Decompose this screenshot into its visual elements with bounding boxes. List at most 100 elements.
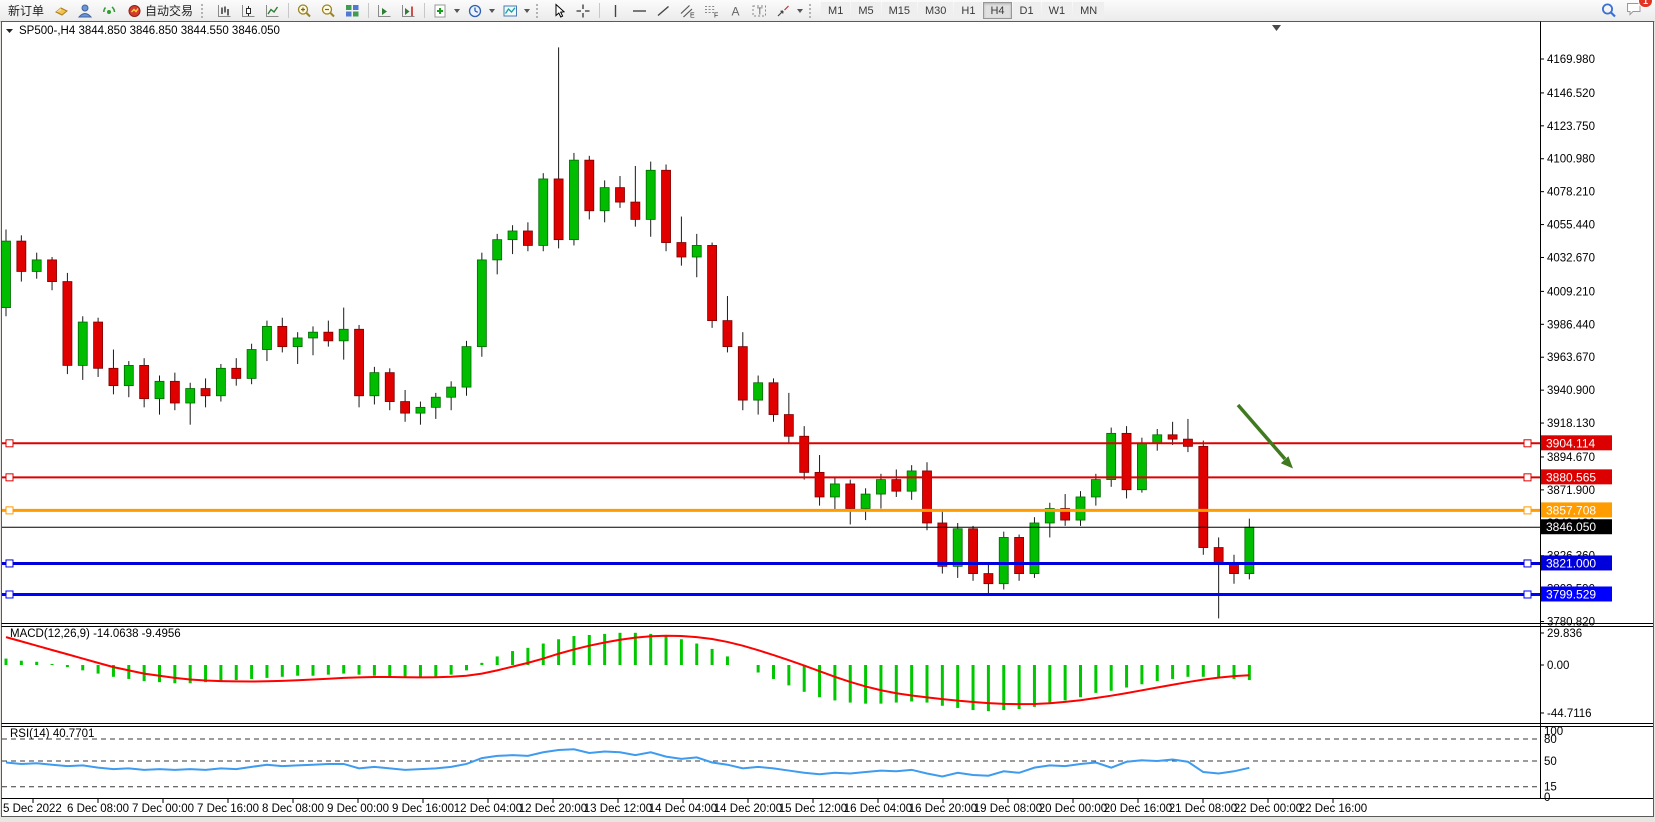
candle-body — [846, 484, 855, 509]
chart-shift-button[interactable] — [397, 1, 420, 20]
text-tool-button[interactable]: A — [724, 1, 747, 20]
svg-text:T: T — [757, 6, 763, 17]
crosshair-tool-button[interactable] — [572, 1, 595, 20]
timeframe-w1-button[interactable]: W1 — [1042, 2, 1073, 19]
time-tick-label: 16 Dec 20:00 — [909, 803, 977, 815]
line-handle[interactable] — [1524, 440, 1531, 447]
vertical-line-icon — [607, 3, 624, 19]
gold-stack-icon — [53, 3, 70, 19]
candle-body — [523, 231, 532, 245]
cursor-tool-button[interactable] — [548, 1, 571, 20]
candlestick-chart-button[interactable] — [237, 1, 260, 20]
line-handle[interactable] — [6, 591, 13, 598]
signals-button[interactable] — [98, 1, 121, 20]
candle-body — [508, 231, 517, 240]
line-handle[interactable] — [1524, 507, 1531, 514]
time-tick-label: 14 Dec 04:00 — [649, 803, 717, 815]
dropdown-caret-icon — [454, 9, 460, 13]
line-handle[interactable] — [1524, 591, 1531, 598]
candle-body — [723, 321, 732, 347]
time-tick-label: 5 Dec 2022 — [3, 803, 62, 815]
chart-title-bar: SP500-,H4 3844.850 3846.850 3844.550 384… — [6, 25, 280, 37]
candle-body — [923, 471, 932, 523]
horizontal-line-tool-button[interactable] — [628, 1, 651, 20]
notification-badge[interactable]: 1 — [1638, 0, 1653, 8]
toolbar-grip — [809, 4, 816, 18]
rsi-level-label: 0 — [1544, 792, 1550, 804]
candle-body — [907, 471, 916, 491]
periods-button[interactable] — [464, 1, 498, 20]
main-toolbar: 新订单 自动交易 — [0, 0, 1655, 22]
vertical-line-tool-button[interactable] — [604, 1, 627, 20]
line-handle[interactable] — [6, 507, 13, 514]
candle-body — [969, 529, 978, 574]
new-order-button[interactable]: 新订单 — [3, 1, 49, 20]
fibonacci-tool-button[interactable]: F — [700, 1, 723, 20]
line-handle[interactable] — [6, 474, 13, 481]
templates-button[interactable] — [499, 1, 533, 20]
timeframe-mn-button[interactable]: MN — [1073, 2, 1104, 19]
candle-body — [1245, 527, 1254, 573]
candle-body — [293, 338, 302, 347]
line-handle[interactable] — [6, 560, 13, 567]
candle-body — [339, 329, 348, 341]
trendline-tool-button[interactable] — [652, 1, 675, 20]
search-button[interactable] — [1597, 1, 1621, 20]
crosshair-icon — [575, 3, 592, 19]
toolbar-separator — [599, 3, 600, 18]
toolbar-grip — [536, 4, 543, 18]
bar-chart-button[interactable] — [213, 1, 236, 20]
candle-body — [754, 383, 763, 400]
line-handle[interactable] — [6, 440, 13, 447]
timeframe-m1-button[interactable]: M1 — [821, 2, 850, 19]
rsi-level-label: 80 — [1544, 734, 1557, 746]
time-tick-label: 9 Dec 16:00 — [392, 803, 454, 815]
candle-body — [1153, 435, 1162, 444]
indicators-button[interactable] — [429, 1, 463, 20]
svg-text:F: F — [714, 12, 718, 19]
candle-body — [278, 326, 287, 346]
text-label-tool-button[interactable]: T — [748, 1, 771, 20]
line-chart-button[interactable] — [261, 1, 284, 20]
line-handle[interactable] — [1524, 560, 1531, 567]
candle-body — [999, 537, 1008, 583]
rsi-label: RSI(14) 40.7701 — [10, 728, 94, 740]
timeframe-m5-button[interactable]: M5 — [851, 2, 880, 19]
quotes-button[interactable] — [50, 1, 73, 20]
line-handle[interactable] — [1524, 474, 1531, 481]
price-tick-label: 4146.520 — [1547, 88, 1595, 100]
fibonacci-icon: F — [703, 3, 720, 19]
candle-body — [830, 484, 839, 497]
price-tick-label: 3918.130 — [1547, 418, 1595, 430]
candle-body — [953, 529, 962, 567]
timeframe-m30-button[interactable]: M30 — [918, 2, 953, 19]
price-tick-label: 4032.670 — [1547, 252, 1595, 264]
auto-scroll-button[interactable] — [373, 1, 396, 20]
equidistant-channel-icon: E — [679, 3, 696, 19]
time-tick-label: 9 Dec 00:00 — [327, 803, 389, 815]
candle-body — [1214, 548, 1223, 564]
timeframe-d1-button[interactable]: D1 — [1013, 2, 1041, 19]
price-tick-label: 4123.750 — [1547, 121, 1595, 133]
candle-body — [631, 202, 640, 219]
timeframe-m15-button[interactable]: M15 — [882, 2, 917, 19]
candle-body — [984, 574, 993, 584]
candle-body — [247, 350, 256, 379]
time-tick-label: 20 Dec 00:00 — [1039, 803, 1107, 815]
chart-canvas[interactable]: 4169.9804146.5204123.7504100.9804078.210… — [0, 21, 1655, 822]
tile-windows-button[interactable] — [341, 1, 364, 20]
equidistant-channel-tool-button[interactable]: E — [676, 1, 699, 20]
zoom-in-button[interactable] — [293, 1, 316, 20]
candle-body — [477, 260, 486, 347]
timeframe-h4-button[interactable]: H4 — [983, 2, 1011, 19]
arrows-tool-button[interactable] — [772, 1, 806, 20]
time-tick-label: 15 Dec 12:00 — [779, 803, 847, 815]
candle-body — [876, 480, 885, 494]
zoom-out-button[interactable] — [317, 1, 340, 20]
tile-windows-icon — [344, 3, 361, 19]
profile-button[interactable] — [74, 1, 97, 20]
candle-body — [216, 368, 225, 395]
timeframe-h1-button[interactable]: H1 — [954, 2, 982, 19]
macd-tick-label: -44.7116 — [1547, 708, 1592, 720]
autotrading-button[interactable]: 自动交易 — [122, 1, 198, 20]
